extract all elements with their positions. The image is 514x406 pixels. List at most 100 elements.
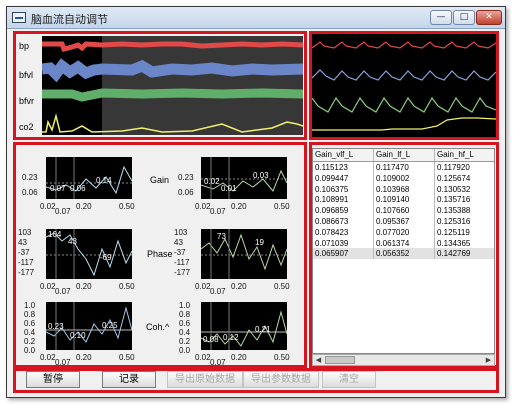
left-coh-xtick: 0.07	[55, 358, 71, 367]
right-coh-xtick: 0.02	[195, 353, 211, 362]
left-coh-value-vlf: 0.23	[48, 322, 64, 331]
right-gain-value-lf: 0.01	[221, 184, 237, 193]
left-phase-xtick: 0.02	[40, 282, 56, 291]
record-button[interactable]: 记录	[102, 371, 156, 388]
left-phase-ytick: -177	[18, 268, 35, 277]
right-phase-ytick: 43	[174, 238, 183, 247]
table-row[interactable]: 0.096859 0.107660 0.135388	[313, 205, 494, 216]
left-gain-ytick: 0.23	[22, 173, 38, 182]
trend-plot	[42, 36, 303, 135]
right-gain-ytick: 0.23	[178, 173, 194, 182]
left-gain-xtick: 0.07	[55, 207, 71, 216]
table-cell: 0.135388	[435, 205, 494, 216]
right-gain-plot: 0.02 0.01 0.03	[200, 157, 288, 199]
table-cell: 0.071039	[313, 237, 374, 249]
scroll-left-icon[interactable]: ◀	[313, 355, 324, 365]
table-row[interactable]: 0.115123 0.117470 0.117920	[313, 162, 494, 173]
right-gain-ytick: 0.06	[178, 188, 194, 197]
row-label-phase: Phase	[147, 249, 173, 259]
table-cell: 0.125674	[435, 173, 494, 184]
table-row[interactable]: 0.108991 0.109140 0.135716	[313, 194, 494, 206]
row-label-coh: Coh.^	[146, 322, 170, 332]
right-coh-ytick: 0.4	[179, 328, 191, 337]
table-cell: 0.125119	[435, 227, 494, 238]
table-cell: 0.061374	[374, 237, 435, 249]
right-gain-value-vlf: 0.02	[204, 177, 220, 186]
channel-label-co2: co2	[19, 122, 34, 132]
pause-button[interactable]: 暂停	[26, 371, 80, 388]
table-row[interactable]: 0.106375 0.103968 0.130532	[313, 183, 494, 195]
right-coh-xtick: 0.07	[210, 358, 226, 367]
table-row-selected[interactable]: 0.065907 0.056352 0.142769	[313, 248, 494, 260]
table-row[interactable]: 0.099447 0.109002 0.125674	[313, 172, 494, 184]
right-coh-plot: 0.08 0.12 0.21	[200, 302, 288, 350]
left-phase-ytick: -117	[18, 258, 34, 267]
export-params-button[interactable]: 导出参数数据	[243, 371, 319, 388]
table-cell: 0.108991	[313, 194, 374, 206]
table-cell: 0.109002	[374, 172, 435, 184]
left-phase-plot: 104 43 -69	[45, 229, 133, 279]
main-window: 脑血流自动调节 — □ ✕ bp bfvl bfvr co2 Gain Phas…	[6, 6, 506, 398]
clear-button[interactable]: 清空	[322, 371, 376, 388]
table-row[interactable]: 0.086673 0.095367 0.125316	[313, 215, 494, 227]
right-phase-ytick: -37	[174, 248, 186, 257]
column-header[interactable]: Gain_hf_L	[435, 149, 494, 161]
right-gain-xtick: 0.02	[195, 202, 211, 211]
left-phase-xtick: 0.50	[119, 282, 135, 291]
right-coh-value-hf: 0.21	[255, 325, 271, 334]
table-header: Gain_vlf_L Gain_lf_L Gain_hf_L	[313, 149, 494, 162]
left-phase-xtick: 0.20	[76, 282, 92, 291]
right-phase-xtick: 0.07	[210, 287, 226, 296]
right-coh-xtick: 0.20	[231, 353, 247, 362]
right-phase-ytick: -177	[174, 268, 191, 277]
maximize-button[interactable]: □	[453, 10, 475, 25]
left-gain-value-lf: 0.06	[70, 184, 86, 193]
export-raw-button[interactable]: 导出原始数据	[167, 371, 243, 388]
table-cell: 0.125316	[435, 216, 494, 227]
right-coh-ytick: 0.0	[179, 346, 191, 355]
left-coh-xtick: 0.02	[40, 353, 56, 362]
right-coh-xtick: 0.50	[274, 353, 290, 362]
scroll-right-icon[interactable]: ▶	[483, 355, 494, 365]
scrollbar-thumb[interactable]	[325, 356, 355, 364]
table-cell: 0.056352	[374, 248, 435, 260]
right-phase-ytick: -117	[174, 258, 190, 267]
left-gain-value-hf: 0.14	[96, 176, 112, 185]
table-cell: 0.115123	[313, 162, 374, 173]
channel-label-bfvl: bfvl	[19, 70, 34, 80]
column-header[interactable]: Gain_vlf_L	[313, 149, 374, 161]
left-coh-ytick: 0.0	[24, 346, 36, 355]
left-phase-ytick: 43	[18, 238, 27, 247]
table-cell: 0.130532	[435, 184, 494, 195]
table-cell: 0.065907	[313, 248, 374, 260]
right-coh-value-vlf: 0.08	[203, 335, 219, 344]
right-coh-ytick: 0.2	[179, 337, 191, 346]
trend-panel: bp bfvl bfvr co2	[13, 31, 307, 140]
close-button[interactable]: ✕	[476, 10, 502, 25]
left-gain-xtick: 0.02	[40, 202, 56, 211]
left-phase-value-lf: 43	[68, 237, 77, 246]
column-header[interactable]: Gain_lf_L	[374, 149, 435, 161]
table-cell: 0.077020	[374, 226, 435, 238]
left-coh-xtick: 0.20	[76, 353, 92, 362]
left-phase-value-vlf: 104	[48, 230, 62, 239]
table-cell: 0.103968	[374, 183, 435, 195]
table-cell: 0.078423	[313, 226, 374, 238]
right-phase-value-hf: 19	[255, 238, 264, 247]
parameter-table[interactable]: Gain_vlf_L Gain_lf_L Gain_hf_L 0.115123 0…	[312, 148, 495, 354]
left-coh-value-lf: 0.10	[70, 331, 86, 340]
left-gain-value-vlf: 0.07	[50, 184, 66, 193]
right-coh-ytick: 0.6	[179, 319, 191, 328]
table-cell: 0.142769	[435, 248, 494, 259]
table-row[interactable]: 0.078423 0.077020 0.125119	[313, 226, 494, 238]
left-coh-ytick: 0.6	[24, 319, 36, 328]
right-phase-xtick: 0.02	[195, 282, 211, 291]
right-phase-xtick: 0.50	[274, 282, 290, 291]
table-horizontal-scrollbar[interactable]: ◀ ▶	[312, 354, 495, 366]
table-cell: 0.135716	[435, 194, 494, 205]
table-row[interactable]: 0.071039 0.061374 0.134365	[313, 237, 494, 249]
minimize-button[interactable]: —	[430, 10, 452, 25]
left-phase-ytick: 103	[18, 228, 32, 237]
left-phase-ytick: -37	[18, 248, 30, 257]
table-cell: 0.134365	[435, 238, 494, 249]
